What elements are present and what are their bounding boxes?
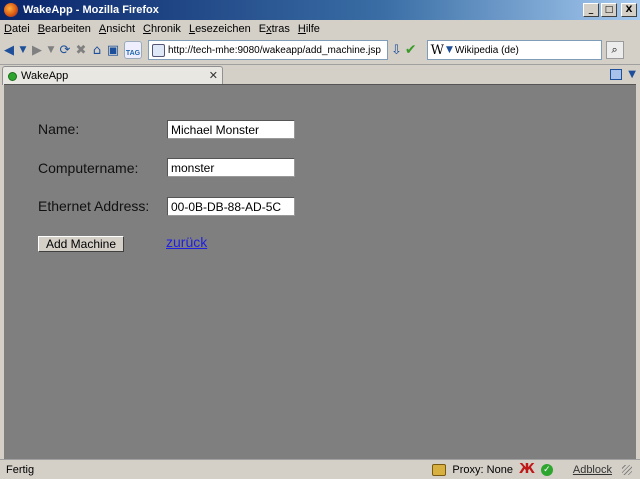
bookmark-manager-icon[interactable]: ▣ [106,42,120,58]
ethernet-address-label: Ethernet Address: [38,198,150,214]
menu-bar: Datei Bearbeiten Ansicht Chronik Lesezei… [0,20,640,37]
forward-dropdown-icon[interactable]: ▼ [46,42,56,58]
url-input[interactable]: http://tech-mhe:9080/wakeapp/add_machine… [168,45,381,56]
menu-bearbeiten[interactable]: Bearbeiten [38,23,91,35]
go-check-icon[interactable]: ✔ [405,42,417,58]
tab-close-icon[interactable]: ✕ [209,69,218,82]
tag-icon[interactable]: TAG [124,41,142,59]
status-bar: Fertig Proxy: None Ж ✓ Adblock [0,459,640,479]
firefox-icon [4,3,18,17]
name-label: Name: [38,121,80,137]
window-title: WakeApp - Mozilla Firefox [23,4,159,16]
menu-lesezeichen[interactable]: Lesezeichen [189,23,251,35]
close-button[interactable]: X [621,3,637,17]
search-engine-dropdown-icon[interactable]: ▼ [446,45,453,55]
tab-title: WakeApp [21,70,69,82]
forward-icon[interactable]: ▶ [30,42,44,58]
name-field[interactable]: Michael Monster [167,120,295,139]
menu-hilfe[interactable]: Hilfe [298,23,320,35]
search-bar[interactable]: W ▼ Wikipedia (de) [426,40,602,60]
back-icon[interactable]: ◀ [2,42,16,58]
status-text: Fertig [6,463,35,476]
maximize-button[interactable]: □ [601,3,617,17]
padlock-icon[interactable] [432,463,447,476]
url-dropdown-icon[interactable]: ⇩ [391,43,402,58]
menu-extras[interactable]: Extras [259,23,290,35]
tab-strip: WakeApp ✕ ▼ [0,64,640,85]
resize-grip-icon[interactable] [622,464,632,475]
reload-icon[interactable]: ⟳ [58,42,72,58]
tab-wakeapp[interactable]: WakeApp ✕ [2,66,223,85]
search-input[interactable]: Wikipedia (de) [455,45,519,56]
navigation-toolbar: ◀ ▼ ▶ ▼ ⟳ ✖ ⌂ ▣ TAG http://tech-mhe:9080… [0,37,640,63]
window-controls: _ □ X [583,3,637,17]
noscript-icon[interactable]: Ж [519,462,535,477]
stop-icon[interactable]: ✖ [74,42,88,58]
status-bar-right: Proxy: None Ж ✓ Adblock [432,462,632,477]
back-link[interactable]: zurück [166,234,207,250]
tab-strip-controls: ▼ [610,69,636,80]
menu-datei[interactable]: Datei [4,23,30,35]
menu-chronik[interactable]: Chronik [143,23,181,35]
page-content: Name: Michael Monster Computername: mons… [4,84,636,459]
url-bar[interactable]: http://tech-mhe:9080/wakeapp/add_machine… [148,40,388,60]
proxy-status[interactable]: Proxy: None [452,464,513,476]
minimize-button[interactable]: _ [583,3,599,17]
tab-list-icon[interactable] [610,69,623,80]
status-ok-icon[interactable]: ✓ [540,463,553,476]
search-go-icon[interactable]: ⌕ [605,41,624,59]
menu-ansicht[interactable]: Ansicht [99,23,135,35]
computername-label: Computername: [38,160,139,176]
title-bar: WakeApp - Mozilla Firefox _ □ X [0,0,640,20]
tab-menu-dropdown-icon[interactable]: ▼ [628,69,636,80]
home-icon[interactable]: ⌂ [90,42,104,58]
ethernet-address-field[interactable]: 00-0B-DB-88-AD-5C [167,197,295,216]
back-dropdown-icon[interactable]: ▼ [18,42,28,58]
tab-status-icon [8,71,17,81]
page-favicon-icon [152,43,165,57]
adblock-link[interactable]: Adblock [573,464,612,476]
add-machine-button[interactable]: Add Machine [38,236,124,252]
computername-field[interactable]: monster [167,158,295,177]
wikipedia-icon[interactable]: W [431,43,444,58]
